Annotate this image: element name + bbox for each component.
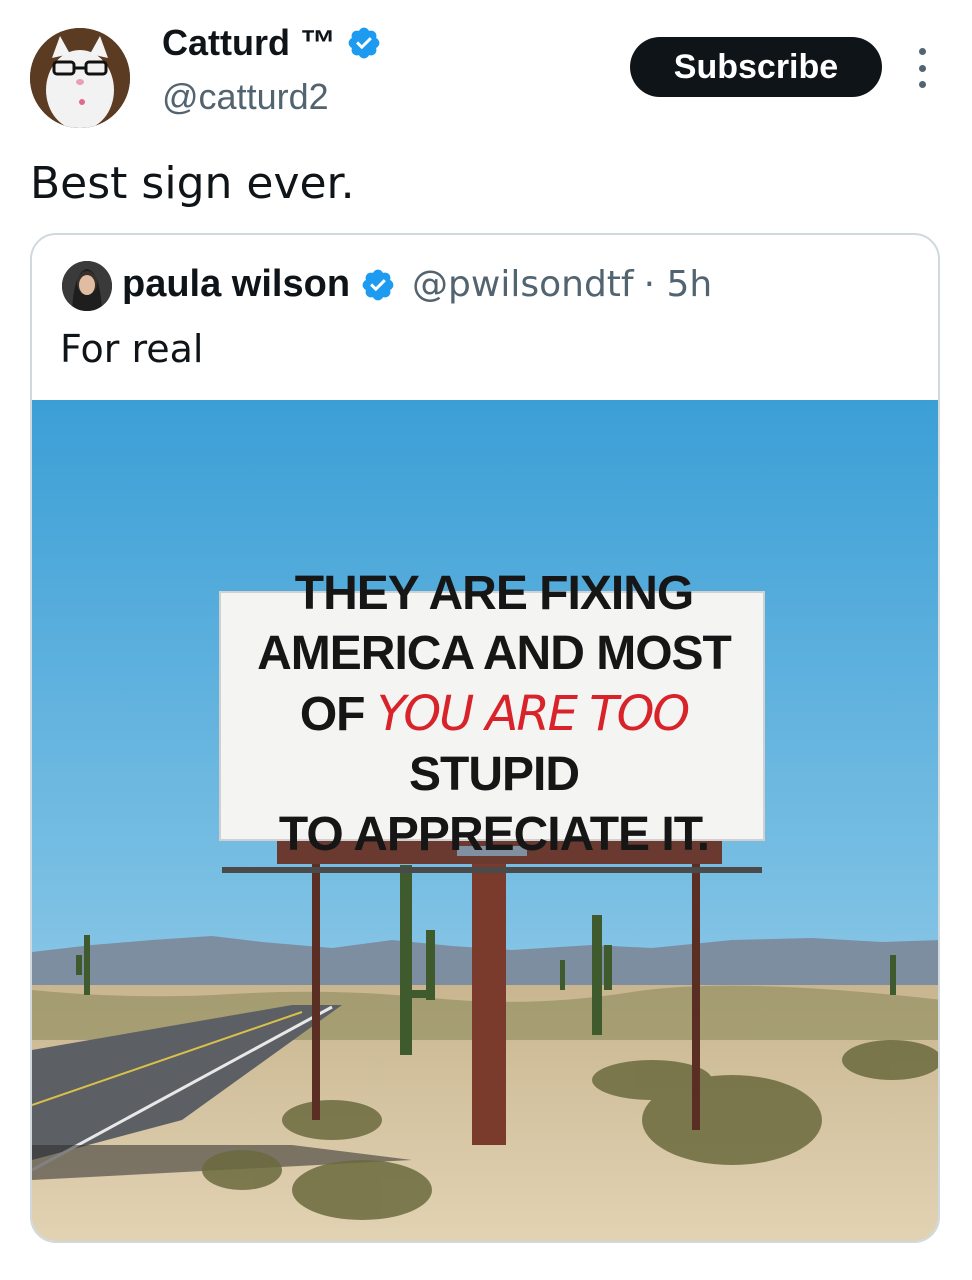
billboard-line-3-b: STUPID — [408, 747, 580, 801]
quoted-author-handle[interactable]: @pwilsondtf — [412, 264, 634, 305]
verified-badge-icon — [362, 269, 394, 300]
author-name[interactable]: Catturd ™ — [162, 22, 336, 64]
author-avatar[interactable] — [30, 28, 130, 128]
more-options-icon[interactable] — [908, 48, 936, 88]
tweet-text: Best sign ever. — [30, 158, 355, 209]
author-name-row[interactable]: Catturd ™ — [162, 22, 382, 64]
subscribe-button[interactable]: Subscribe — [630, 37, 882, 97]
quoted-timestamp[interactable]: · 5h — [644, 264, 713, 305]
quoted-author-avatar[interactable] — [62, 261, 112, 311]
quoted-tweet-card[interactable]: paula wilson @pwilsondtf · 5h For real T… — [30, 233, 940, 1243]
billboard-line-2: AMERICA AND MOST — [257, 626, 732, 680]
author-handle[interactable]: @catturd2 — [162, 76, 329, 118]
billboard-red-text: YOU ARE TOO — [376, 685, 690, 742]
quoted-tweet-image[interactable]: THEY ARE FIXING AMERICA AND MOST OF YOU … — [32, 400, 938, 1241]
billboard-line-3: OF YOU ARE TOO STUPID — [224, 684, 764, 805]
billboard-text: THEY ARE FIXING AMERICA AND MOST OF YOU … — [224, 567, 764, 861]
quoted-header: paula wilson @pwilsondtf · 5h — [122, 263, 712, 306]
billboard-line-3-a: OF — [299, 687, 366, 741]
verified-badge-icon — [348, 27, 380, 59]
quoted-tweet-text: For real — [60, 327, 204, 371]
billboard-line-4: TO APPRECIATE IT. — [278, 807, 710, 861]
quoted-author-name[interactable]: paula wilson — [122, 263, 350, 306]
billboard-line-1: THEY ARE FIXING — [294, 566, 694, 620]
